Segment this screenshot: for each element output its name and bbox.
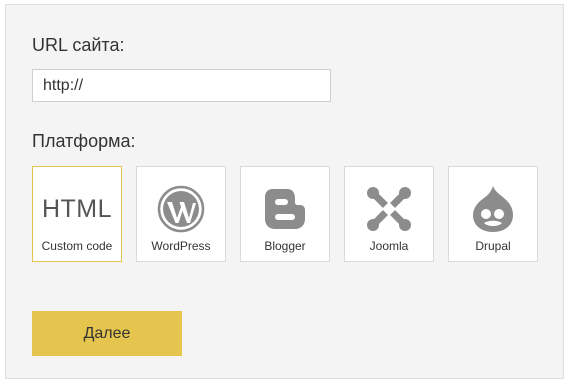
site-form-panel: URL сайта: Платформа: HTML Custom code W… [5,4,564,379]
platform-label: Платформа: [32,131,136,151]
platform-tile-joomla[interactable]: Joomla [344,166,434,262]
platform-tile-drupal[interactable]: Drupal [448,166,538,262]
platform-tile-wordpress[interactable]: WordPress [136,166,226,262]
url-input[interactable] [32,69,331,102]
drupal-icon [449,183,537,235]
next-button[interactable]: Далее [32,311,182,356]
platform-caption: Custom code [41,239,113,253]
platform-caption: Blogger [264,239,306,253]
platform-caption: WordPress [151,239,211,253]
platform-caption: Drupal [475,239,511,253]
joomla-icon [345,183,433,235]
html-icon-text: HTML [41,194,113,223]
html-icon: HTML [33,183,121,235]
blogger-icon [241,183,329,235]
platform-tile-blogger[interactable]: Blogger [240,166,330,262]
wordpress-icon [137,183,225,235]
platform-caption: Joomla [369,239,409,253]
platform-tile-html[interactable]: HTML Custom code [32,166,122,262]
url-label: URL сайта: [32,35,125,55]
